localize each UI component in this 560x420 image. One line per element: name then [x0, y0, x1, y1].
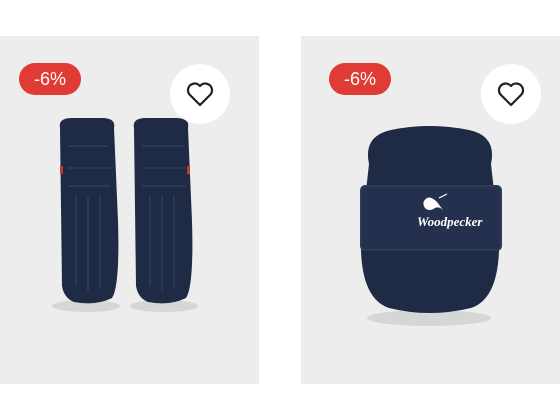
product-brand-text: Woodpecker — [417, 214, 483, 229]
heart-outline-icon — [497, 82, 525, 107]
product-card[interactable]: Woodpecker -6% — [301, 36, 560, 384]
discount-badge: -6% — [19, 63, 81, 95]
product-card[interactable]: -6% — [0, 36, 259, 384]
wishlist-button[interactable] — [170, 64, 230, 124]
wishlist-button[interactable] — [481, 64, 541, 124]
discount-badge: -6% — [329, 63, 391, 95]
heart-outline-icon — [186, 82, 214, 107]
